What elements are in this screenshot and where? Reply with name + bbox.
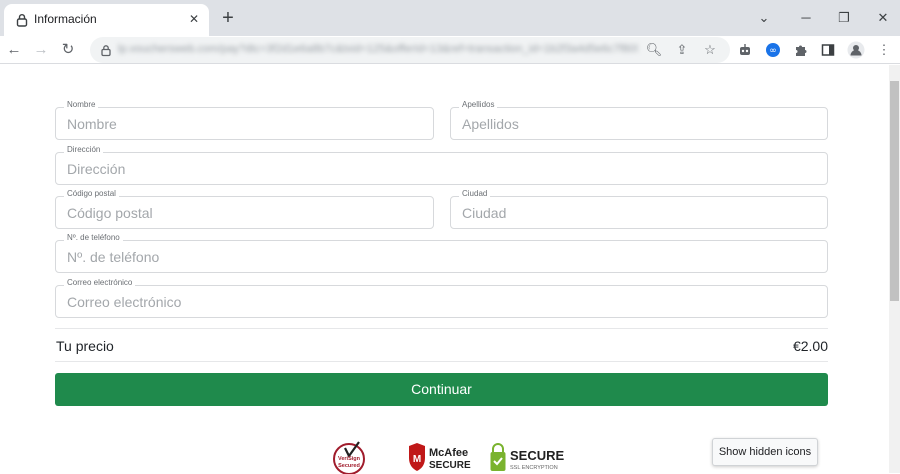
browser-tab[interactable]: Información ✕ bbox=[4, 4, 209, 36]
browser-menu-icon[interactable]: ⋮ bbox=[874, 40, 894, 60]
mcafee-brand: McAfee bbox=[429, 447, 468, 459]
correo-field[interactable]: Correo electrónico bbox=[55, 278, 828, 318]
continue-button[interactable]: Continuar bbox=[55, 373, 828, 406]
telefono-input[interactable] bbox=[56, 241, 827, 272]
zoom-icon[interactable]: 🔍︎ bbox=[645, 41, 663, 59]
restore-icon[interactable]: ❐ bbox=[834, 8, 854, 28]
tab-strip: Información ✕ + ⌄ ─ ❐ ✕ bbox=[0, 0, 900, 36]
share-icon[interactable]: ⇪ bbox=[673, 41, 691, 59]
infinity-extension-icon[interactable]: ∞ bbox=[763, 40, 783, 60]
scrollbar-thumb[interactable] bbox=[890, 81, 899, 301]
ssl-title: SECURE bbox=[510, 448, 565, 463]
bookmark-star-icon[interactable]: ☆ bbox=[701, 41, 719, 59]
svg-text:∞: ∞ bbox=[769, 46, 777, 56]
mcafee-sub: SECURE bbox=[429, 460, 471, 471]
security-badges: VeriSign Secured M McAfee SECURE SECURE … bbox=[323, 440, 568, 474]
price-value: €2.00 bbox=[792, 338, 828, 354]
codigo-postal-field[interactable]: Código postal bbox=[55, 189, 434, 229]
side-panel-icon[interactable] bbox=[818, 40, 838, 60]
price-divider-bottom bbox=[55, 361, 828, 362]
close-tab-icon[interactable]: ✕ bbox=[186, 11, 202, 27]
apellidos-field[interactable]: Apellidos bbox=[450, 100, 828, 140]
price-divider-top bbox=[55, 328, 828, 329]
verisign-line2: Secured bbox=[338, 463, 360, 469]
lock-icon bbox=[16, 14, 28, 27]
reload-button[interactable]: ↻ bbox=[58, 40, 78, 60]
apellidos-input[interactable] bbox=[451, 108, 827, 139]
forward-button[interactable]: → bbox=[31, 40, 51, 60]
checkout-page: Nombre Apellidos Dirección Código postal… bbox=[0, 65, 889, 474]
direccion-input[interactable] bbox=[56, 153, 827, 184]
telefono-field[interactable]: Nº. de teléfono bbox=[55, 233, 828, 273]
browser-toolbar: ← → ↻ lp.vouchersweb.com/pay?dtc=3f2d1e6… bbox=[0, 36, 900, 64]
robot-extension-icon[interactable] bbox=[735, 40, 755, 60]
extensions-puzzle-icon[interactable] bbox=[791, 40, 811, 60]
ssl-sub: SSL ENCRYPTION bbox=[510, 465, 558, 471]
ssl-encryption-icon: SECURE SSL ENCRYPTION bbox=[490, 443, 565, 471]
tab-search-icon[interactable]: ⌄ bbox=[754, 8, 774, 28]
address-bar[interactable]: lp.vouchersweb.com/pay?dtc=3f2d1e6a8b7c&… bbox=[90, 37, 730, 63]
site-info-icon[interactable] bbox=[98, 42, 114, 58]
ciudad-field[interactable]: Ciudad bbox=[450, 189, 828, 229]
tab-title: Información bbox=[34, 12, 97, 26]
nombre-input[interactable] bbox=[56, 108, 433, 139]
page-scrollbar[interactable] bbox=[889, 65, 900, 473]
mcafee-secure-icon: M McAfee SECURE bbox=[409, 443, 471, 471]
direccion-field[interactable]: Dirección bbox=[55, 145, 828, 185]
profile-avatar-icon[interactable] bbox=[846, 40, 866, 60]
verisign-line1: VeriSign bbox=[338, 456, 361, 462]
back-button[interactable]: ← bbox=[4, 40, 24, 60]
nombre-field[interactable]: Nombre bbox=[55, 100, 434, 140]
svg-text:M: M bbox=[413, 454, 421, 465]
show-hidden-icons-tooltip: Show hidden icons bbox=[712, 438, 818, 466]
verisign-seal-icon: VeriSign Secured bbox=[333, 441, 365, 474]
window-close-icon[interactable]: ✕ bbox=[873, 8, 893, 28]
address-url: lp.vouchersweb.com/pay?dtc=3f2d1e6a8b7c&… bbox=[118, 43, 638, 55]
minimize-icon[interactable]: ─ bbox=[796, 8, 816, 28]
correo-input[interactable] bbox=[56, 286, 827, 317]
price-label: Tu precio bbox=[56, 338, 114, 354]
new-tab-button[interactable]: + bbox=[218, 8, 238, 28]
codigo-postal-input[interactable] bbox=[56, 197, 433, 228]
ciudad-input[interactable] bbox=[451, 197, 827, 228]
